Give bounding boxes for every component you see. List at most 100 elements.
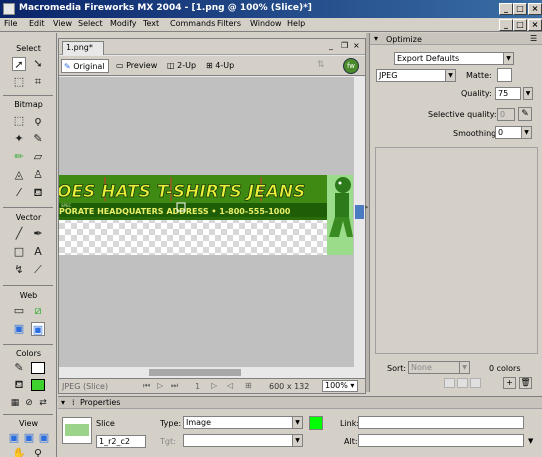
doc-close-button[interactable]: × xyxy=(528,19,542,31)
edit-selective-quality-icon[interactable]: ✎ xyxy=(518,107,532,121)
menu-text[interactable]: Text xyxy=(143,19,159,28)
eyedropper-tool-icon[interactable]: ⁄ xyxy=(12,186,26,200)
zoom-select[interactable]: 100% ▾ xyxy=(322,380,358,392)
swap-colors-icon[interactable]: ⇄ xyxy=(36,396,50,410)
matte-color-swatch[interactable] xyxy=(497,68,512,82)
format-select[interactable]: JPEG ▼ xyxy=(376,69,456,82)
pen-tool-icon[interactable]: ✒ xyxy=(31,227,45,241)
collapse-arrow-icon[interactable]: ▾ xyxy=(374,34,378,43)
quality-input[interactable]: 75 xyxy=(495,87,521,100)
eraser-tool-icon[interactable]: ▱ xyxy=(31,150,45,164)
close-button[interactable]: × xyxy=(528,3,542,15)
play-icon[interactable]: ▷ xyxy=(157,381,163,390)
default-colors-icon[interactable]: ▦ xyxy=(8,396,22,410)
export-preset-select[interactable]: Export Defaults ▼ xyxy=(394,52,514,65)
fullscreen-mode-icon[interactable]: ▣ xyxy=(37,431,51,445)
doc-window-restore-icon[interactable]: ❐ xyxy=(341,41,348,50)
maximize-button[interactable]: □ xyxy=(513,3,527,15)
minimize-button[interactable]: _ xyxy=(499,3,513,15)
doc-window-close-icon[interactable]: × xyxy=(353,41,360,50)
horizontal-scroll-thumb[interactable] xyxy=(149,369,241,376)
stroke-color-swatch[interactable] xyxy=(31,362,45,374)
collapse-arrow-icon[interactable]: ▾ xyxy=(61,398,65,407)
link-field[interactable] xyxy=(358,416,524,429)
add-color-icon[interactable]: + xyxy=(503,377,516,389)
pencil-tool-icon[interactable]: ✏ xyxy=(12,150,26,164)
brush-tool-icon[interactable]: ✎ xyxy=(31,132,45,146)
menu-commands[interactable]: Commands xyxy=(170,19,215,28)
quality-slider-arrow-icon[interactable]: ▼ xyxy=(523,87,533,100)
hotspot-tool-icon[interactable]: ▭ xyxy=(12,304,26,318)
menu-modify[interactable]: Modify xyxy=(110,19,137,28)
slice-color-swatch[interactable] xyxy=(309,416,323,430)
snap-web-safe-icon[interactable] xyxy=(470,378,481,388)
selective-quality-input[interactable]: 0 xyxy=(497,108,515,121)
line-tool-icon[interactable]: ╱ xyxy=(12,227,26,241)
knife-tool-icon[interactable]: ⟋ xyxy=(31,263,45,277)
optimize-panel-header[interactable]: ▾ Optimize ☰ xyxy=(370,33,542,45)
hand-tool-icon[interactable]: ✋ xyxy=(12,447,26,457)
marquee-tool-icon[interactable]: ⬚ xyxy=(12,114,26,128)
lasso-tool-icon[interactable]: ϙ xyxy=(31,114,45,128)
transparent-color-icon[interactable] xyxy=(444,378,455,388)
doc-minimize-button[interactable]: _ xyxy=(499,19,513,31)
collapse-panel-arrow-icon[interactable]: ▸ xyxy=(365,203,369,211)
rectangle-tool-icon[interactable]: □ xyxy=(12,245,26,259)
first-frame-icon[interactable]: ⏮ xyxy=(143,381,150,391)
menu-file[interactable]: File xyxy=(4,19,17,28)
next-frame-icon[interactable]: ▷ xyxy=(211,381,217,390)
delete-color-icon[interactable]: 🗑 xyxy=(519,377,532,389)
properties-panel-header[interactable]: ▾ ⁞ Properties xyxy=(58,397,542,409)
pointer-tool-icon[interactable]: ➚ xyxy=(12,57,26,71)
vertical-scroll-thumb[interactable] xyxy=(355,205,364,219)
menu-help[interactable]: Help xyxy=(287,19,305,28)
menu-edit[interactable]: Edit xyxy=(29,19,45,28)
target-select[interactable]: ▼ xyxy=(183,434,303,447)
menu-view[interactable]: View xyxy=(53,19,72,28)
paint-bucket-tool-icon[interactable]: ⛾ xyxy=(31,186,45,200)
subselect-tool-icon[interactable]: ➘ xyxy=(31,57,45,71)
text-tool-icon[interactable]: A xyxy=(31,245,45,259)
no-stroke-icon[interactable]: ⊘ xyxy=(22,396,36,410)
sort-select[interactable]: None ▼ xyxy=(408,361,470,374)
freeform-tool-icon[interactable]: ↯ xyxy=(12,263,26,277)
slice-type-select[interactable]: Image ▼ xyxy=(183,416,303,429)
vertical-scrollbar[interactable] xyxy=(353,77,365,367)
show-slices-icon[interactable]: ▣ xyxy=(31,322,45,336)
horizontal-scrollbar[interactable] xyxy=(59,366,353,378)
two-up-view-button[interactable]: ◫ 2-Up xyxy=(165,59,203,73)
dropdown-arrow-icon: ▼ xyxy=(521,127,531,138)
crop-tool-icon[interactable]: ⌗ xyxy=(31,75,45,89)
expand-properties-icon[interactable]: ▼ xyxy=(528,437,533,445)
preview-view-button[interactable]: ▭ Preview xyxy=(114,59,164,73)
quick-export-icon[interactable]: ⇅ xyxy=(317,60,325,70)
rubber-stamp-tool-icon[interactable]: ♙ xyxy=(31,168,45,182)
zoom-tool-icon[interactable]: ⚲ xyxy=(31,447,45,457)
standard-screen-mode-icon[interactable]: ▣ xyxy=(7,431,21,445)
canvas-area[interactable]: OES HATS T-SHIRTS JEANS SPEC PORATE HEAD… xyxy=(59,77,353,367)
slice-name-field[interactable]: 1_r2_c2 xyxy=(96,435,146,448)
menu-select[interactable]: Select xyxy=(78,19,103,28)
magic-wand-tool-icon[interactable]: ✦ xyxy=(12,132,26,146)
blur-tool-icon[interactable]: ◬ xyxy=(12,168,26,182)
fill-color-swatch[interactable] xyxy=(31,379,45,391)
lock-color-icon[interactable] xyxy=(457,378,468,388)
document-tab[interactable]: 1.png* xyxy=(62,41,104,55)
menu-filters[interactable]: Filters xyxy=(217,19,241,28)
last-frame-icon[interactable]: ⏭ xyxy=(171,381,178,391)
slice-tool-icon[interactable]: ⧄ xyxy=(31,304,45,318)
menu-window[interactable]: Window xyxy=(250,19,282,28)
tools-view-heading: View xyxy=(19,419,38,428)
smoothing-select[interactable]: 0 ▼ xyxy=(495,126,532,139)
original-view-button[interactable]: ✎ Original xyxy=(61,59,109,73)
panel-splitter[interactable]: ▸ xyxy=(365,33,369,392)
hide-slices-icon[interactable]: ▣ xyxy=(12,322,26,336)
panel-options-icon[interactable]: ☰ xyxy=(530,34,537,43)
alt-field[interactable] xyxy=(358,434,524,447)
doc-window-minimize-icon[interactable]: _ xyxy=(329,41,333,50)
doc-restore-button[interactable]: □ xyxy=(513,19,527,31)
scale-tool-icon[interactable]: ⬚ xyxy=(12,75,26,89)
previous-frame-icon[interactable]: ◁ xyxy=(227,381,233,390)
fullscreen-menu-mode-icon[interactable]: ▣ xyxy=(22,431,36,445)
four-up-view-button[interactable]: ⊞ 4-Up xyxy=(204,59,242,73)
